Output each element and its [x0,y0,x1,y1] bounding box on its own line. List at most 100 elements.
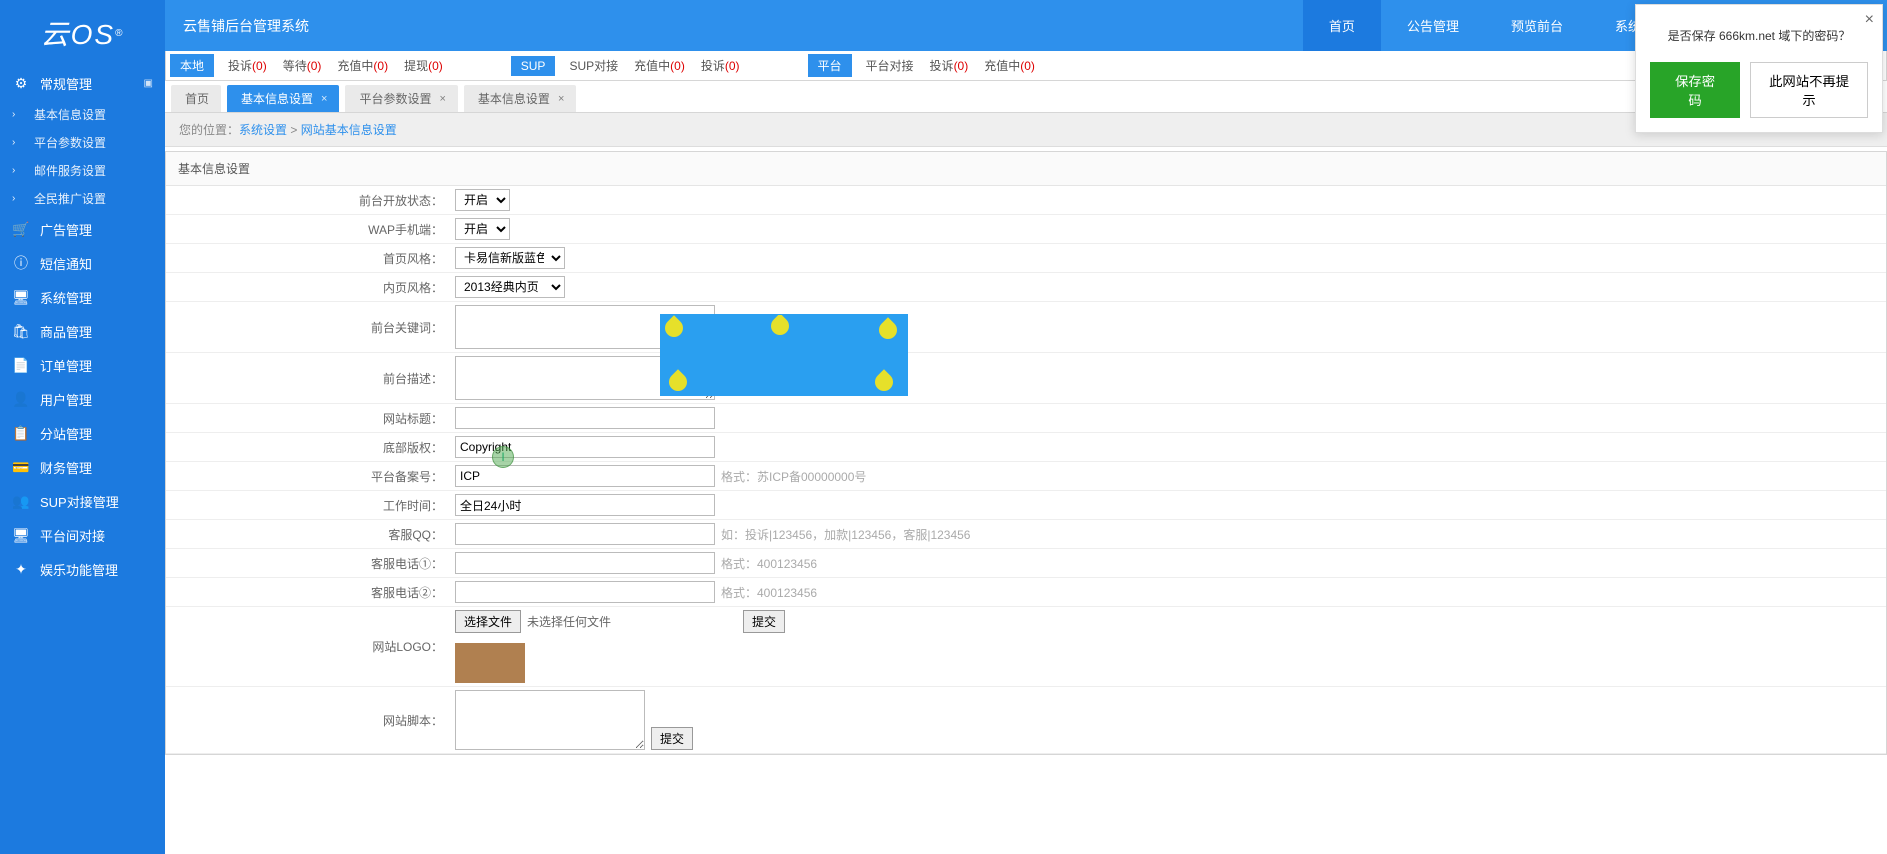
close-icon[interactable]: × [1865,11,1874,29]
sidebar-section[interactable]: 🛒 广告管理 [0,212,165,246]
sidebar-label: 娱乐功能管理 [40,560,118,579]
chevron-right-icon: › [12,109,22,120]
select-inner-style[interactable]: 2013经典内页 [455,276,565,298]
sidebar-sub-item[interactable]: ›平台参数设置 [0,128,165,156]
topbar: 云售铺后台管理系统 首页公告管理预览前台系统设置清除缓存 [165,0,1887,51]
hint-qq: 如：投诉|123456，加款|123456，客服|123456 [721,526,970,543]
input-icp[interactable] [455,465,715,487]
tab-bar: 首页基本信息设置×平台参数设置×基本信息设置× [165,81,1887,113]
logo-submit-button[interactable]: 提交 [743,610,785,633]
label-home-style: 首页风格： [166,245,451,272]
label-phone2: 客服电话②： [166,579,451,606]
settings-panel: 基本信息设置 前台开放状态： 开启 WAP手机端： 开启 首页风格： 卡易信新版… [165,151,1887,755]
sidebar-sub-item[interactable]: ›全民推广设置 [0,184,165,212]
filter-item[interactable]: 等待(0) [283,59,322,73]
input-worktime[interactable] [455,494,715,516]
sidebar-section[interactable]: 🖥 平台间对接 [0,518,165,552]
label-phone1: 客服电话①： [166,550,451,577]
sidebar-icon: ⚙ [12,75,30,92]
sidebar-sub-item[interactable]: ›邮件服务设置 [0,156,165,184]
sidebar-sub-item[interactable]: ›基本信息设置 [0,100,165,128]
sidebar-label: 商品管理 [40,322,92,341]
tab[interactable]: 基本信息设置× [227,85,339,112]
select-open-status[interactable]: 开启 [455,189,510,211]
chevron-right-icon: › [12,137,22,148]
filter-item[interactable]: 充值中(0) [337,59,388,73]
filter-item[interactable]: 充值中(0) [634,59,685,73]
filter-bar: 本地 投诉(0) 等待(0) 充值中(0) 提现(0) SUP SUP对接 充值中(0)… [165,51,1887,81]
input-qq[interactable] [455,523,715,545]
sidebar-section[interactable]: 👤用户管理 [0,382,165,416]
sidebar-label: 常规管理 [40,74,92,93]
label-open-status: 前台开放状态： [166,187,451,214]
save-password-button[interactable]: 保存密码 [1650,62,1740,118]
close-icon[interactable]: × [321,93,327,105]
filter-item[interactable]: 投诉(0) [930,59,969,73]
input-site-title[interactable] [455,407,715,429]
sidebar-label: 财务管理 [40,458,92,477]
sidebar-section[interactable]: ⓘ短信通知 [0,246,165,280]
breadcrumb: 您的位置：系统设置 > 网站基本信息设置 [165,113,1887,147]
breadcrumb-1[interactable]: 系统设置 [239,123,287,137]
close-icon[interactable]: × [558,93,564,105]
filter-item[interactable]: SUP对接 [569,59,618,73]
sidebar-label: 短信通知 [40,254,92,273]
select-wap[interactable]: 开启 [455,218,510,240]
tab[interactable]: 基本信息设置× [464,85,576,112]
sidebar-icon: 💳 [12,459,30,476]
tab[interactable]: 首页 [171,85,221,112]
chevron-right-icon: › [12,165,22,176]
filter-badge-platform[interactable]: 平台 [808,54,852,77]
sidebar-icon: 🛍 [12,323,30,340]
label-wap: WAP手机端： [166,216,451,243]
sidebar-label: 广告管理 [40,220,92,239]
sidebar-section[interactable]: 👥SUP对接管理 [0,484,165,518]
label-site-title: 网站标题： [166,405,451,432]
sidebar-section[interactable]: 🛍 商品管理 [0,314,165,348]
topnav-item[interactable]: 公告管理 [1381,0,1485,51]
sidebar-section[interactable]: ⚙常规管理▣ [0,66,165,100]
sidebar-section[interactable]: 🖥系统管理 [0,280,165,314]
chevron-right-icon: › [12,193,22,204]
hint-icp: 格式：苏ICP备00000000号 [721,468,866,485]
script-submit-button[interactable]: 提交 [651,727,693,750]
select-home-style[interactable]: 卡易信新版蓝色 [455,247,565,269]
textarea-script[interactable] [455,690,645,750]
input-phone2[interactable] [455,581,715,603]
panel-title: 基本信息设置 [166,152,1886,186]
filter-item[interactable]: 平台对接 [866,59,914,73]
filter-item[interactable]: 投诉(0) [228,59,267,73]
topnav-item[interactable]: 首页 [1303,0,1381,51]
filter-badge-sup[interactable]: SUP [511,56,556,76]
sidebar-icon: 🖥 [12,527,30,544]
sidebar-label: 平台间对接 [40,526,105,545]
tab[interactable]: 平台参数设置× [345,85,457,112]
filter-item[interactable]: 提现(0) [404,59,443,73]
save-password-prompt: × 是否保存 666km.net 域下的密码？ 保存密码 此网站不再提示 [1635,4,1883,133]
filter-badge-local[interactable]: 本地 [170,54,214,77]
sidebar-section[interactable]: 💳 财务管理 [0,450,165,484]
cursor-indicator: I [492,446,514,468]
choose-file-button[interactable]: 选择文件 [455,610,521,633]
filter-item[interactable]: 充值中(0) [984,59,1035,73]
prompt-message: 是否保存 666km.net 域下的密码？ [1650,27,1868,44]
filter-item[interactable]: 投诉(0) [701,59,740,73]
topnav-item[interactable]: 预览前台 [1485,0,1589,51]
logo-preview [455,643,525,683]
sidebar-section[interactable]: 📄订单管理 [0,348,165,382]
label-desc: 前台描述： [166,365,451,392]
close-icon[interactable]: × [439,93,445,105]
sidebar-icon: 🛒 [12,221,30,238]
never-save-button[interactable]: 此网站不再提示 [1750,62,1868,118]
sidebar-section[interactable]: 📋分站管理 [0,416,165,450]
label-keywords: 前台关键词： [166,314,451,341]
sidebar-icon: ✦ [12,561,30,578]
logo: 云OS® [0,0,165,66]
sidebar-label: SUP对接管理 [40,492,119,511]
sidebar-section[interactable]: ✦ 娱乐功能管理 [0,552,165,586]
breadcrumb-2[interactable]: 网站基本信息设置 [301,123,397,137]
input-phone1[interactable] [455,552,715,574]
sidebar-label: 分站管理 [40,424,92,443]
label-copyright: 底部版权： [166,434,451,461]
label-logo: 网站LOGO： [166,633,451,660]
